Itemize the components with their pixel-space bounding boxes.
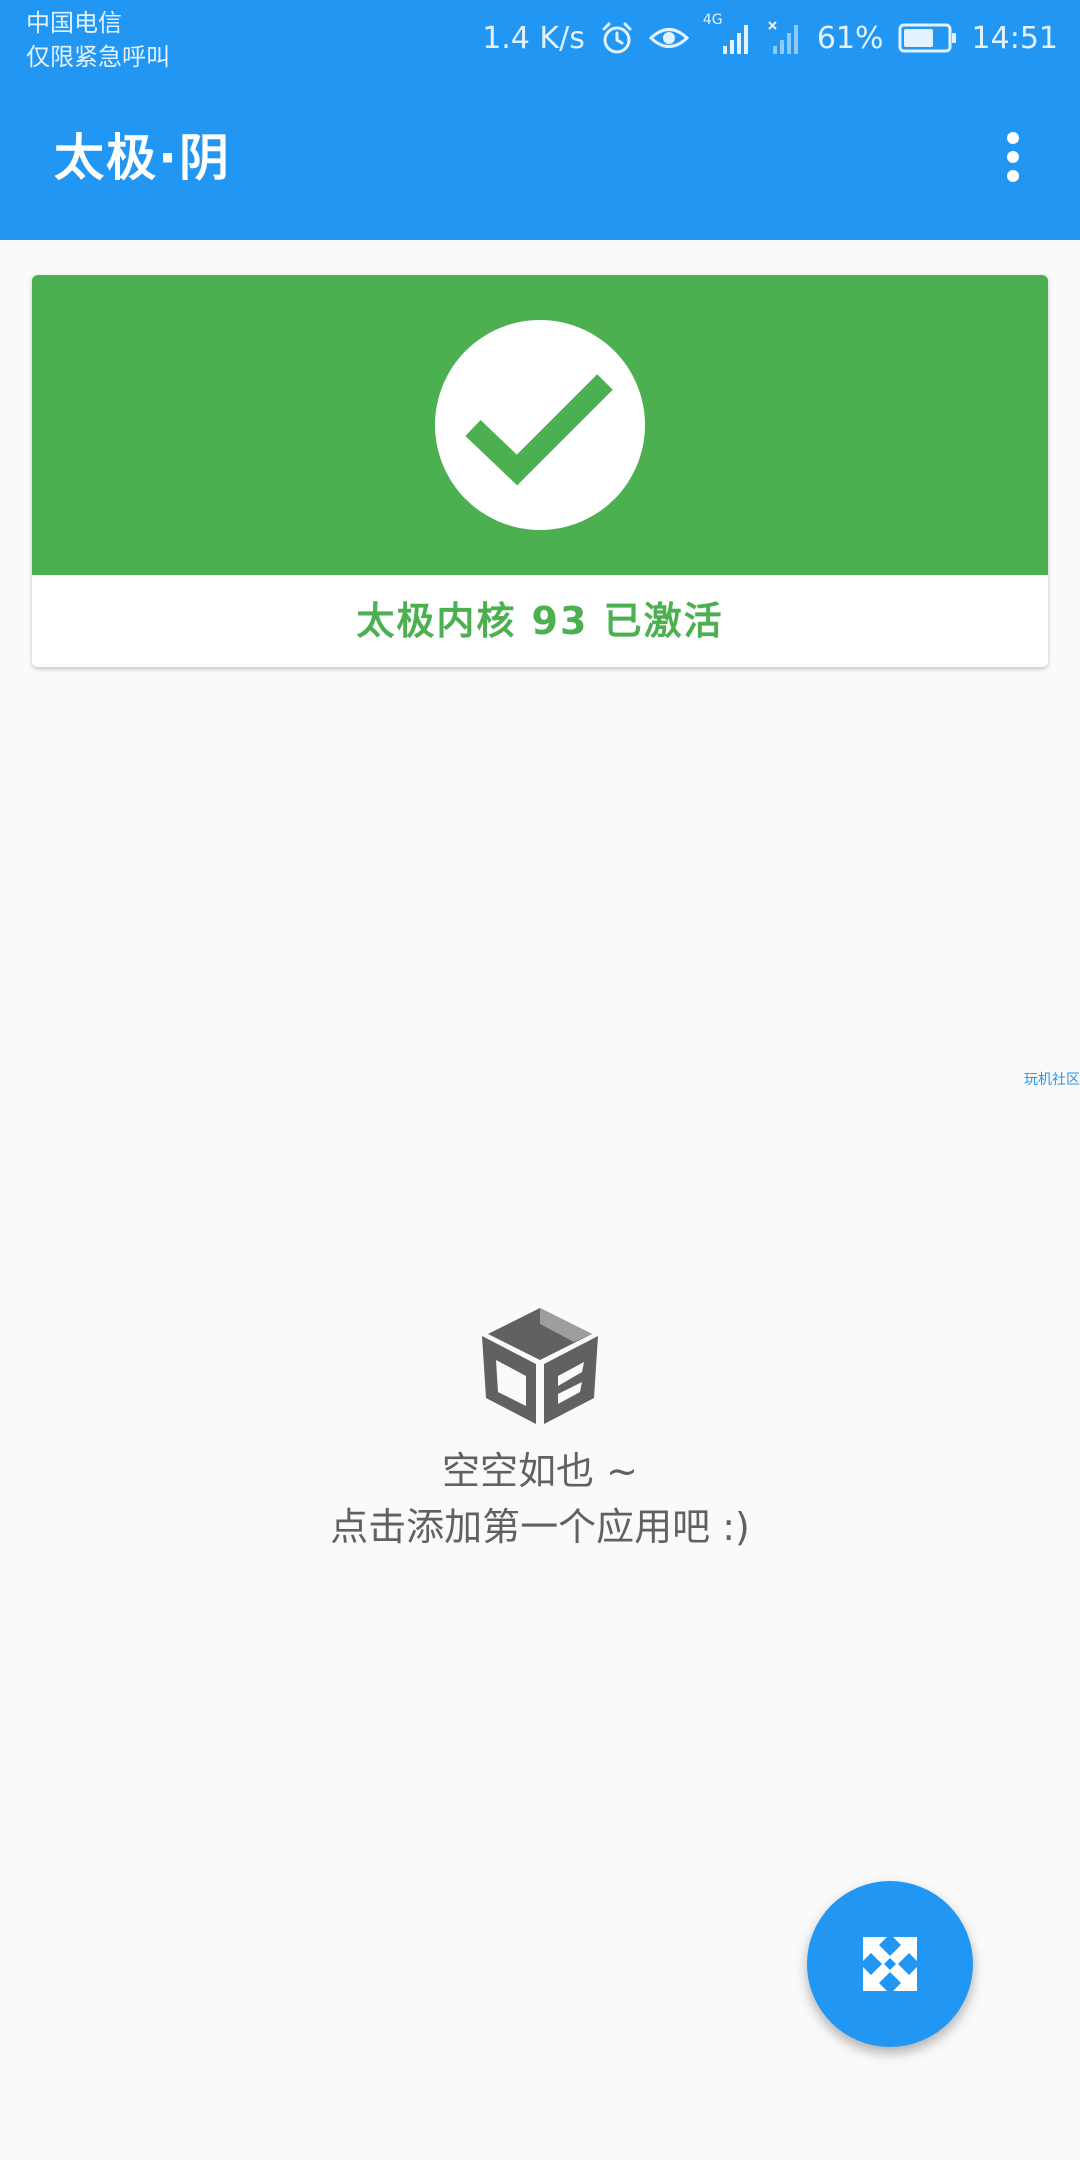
- eye-icon: [648, 23, 689, 53]
- status-banner: [32, 275, 1048, 575]
- battery-icon: [898, 22, 958, 54]
- expand-arrows-icon: [863, 1937, 917, 1991]
- status-carrier: 中国电信 仅限紧急呼叫: [26, 6, 170, 74]
- signal-icon: 4G: [703, 12, 753, 56]
- status-icons: 1.4 K/s 4G 61% 14:51: [482, 12, 1058, 60]
- add-app-fab[interactable]: [807, 1881, 973, 2047]
- framework-status-text: 太极内核 93 已激活: [356, 599, 724, 643]
- battery-percent: 61%: [816, 20, 884, 56]
- menu-dot: [1007, 132, 1019, 144]
- empty-state-hint: 点击添加第一个应用吧 :): [330, 1505, 750, 1549]
- empty-state-title: 空空如也 ~: [442, 1449, 638, 1493]
- alarm-icon: [599, 20, 635, 56]
- clock-time: 14:51: [971, 20, 1058, 56]
- framework-status-card[interactable]: 太极内核 93 已激活: [32, 275, 1048, 667]
- app-bar: 中国电信 仅限紧急呼叫 1.4 K/s 4G 61% 14:51 太极·阴: [0, 0, 1080, 240]
- menu-dot: [1007, 151, 1019, 163]
- carrier-name: 中国电信: [26, 9, 122, 37]
- app-title: 太极·阴: [54, 129, 231, 187]
- more-vert-icon[interactable]: [990, 124, 1036, 190]
- check-icon: [435, 320, 645, 530]
- menu-dot: [1007, 170, 1019, 182]
- package-box-icon: [474, 1302, 606, 1430]
- network-speed: 1.4 K/s: [482, 20, 585, 56]
- network-type: 4G: [702, 12, 723, 28]
- emergency-only: 仅限紧急呼叫: [26, 43, 170, 71]
- signal-no-sim-icon: [767, 20, 803, 56]
- side-tag[interactable]: 玩机社区: [1024, 1070, 1080, 1090]
